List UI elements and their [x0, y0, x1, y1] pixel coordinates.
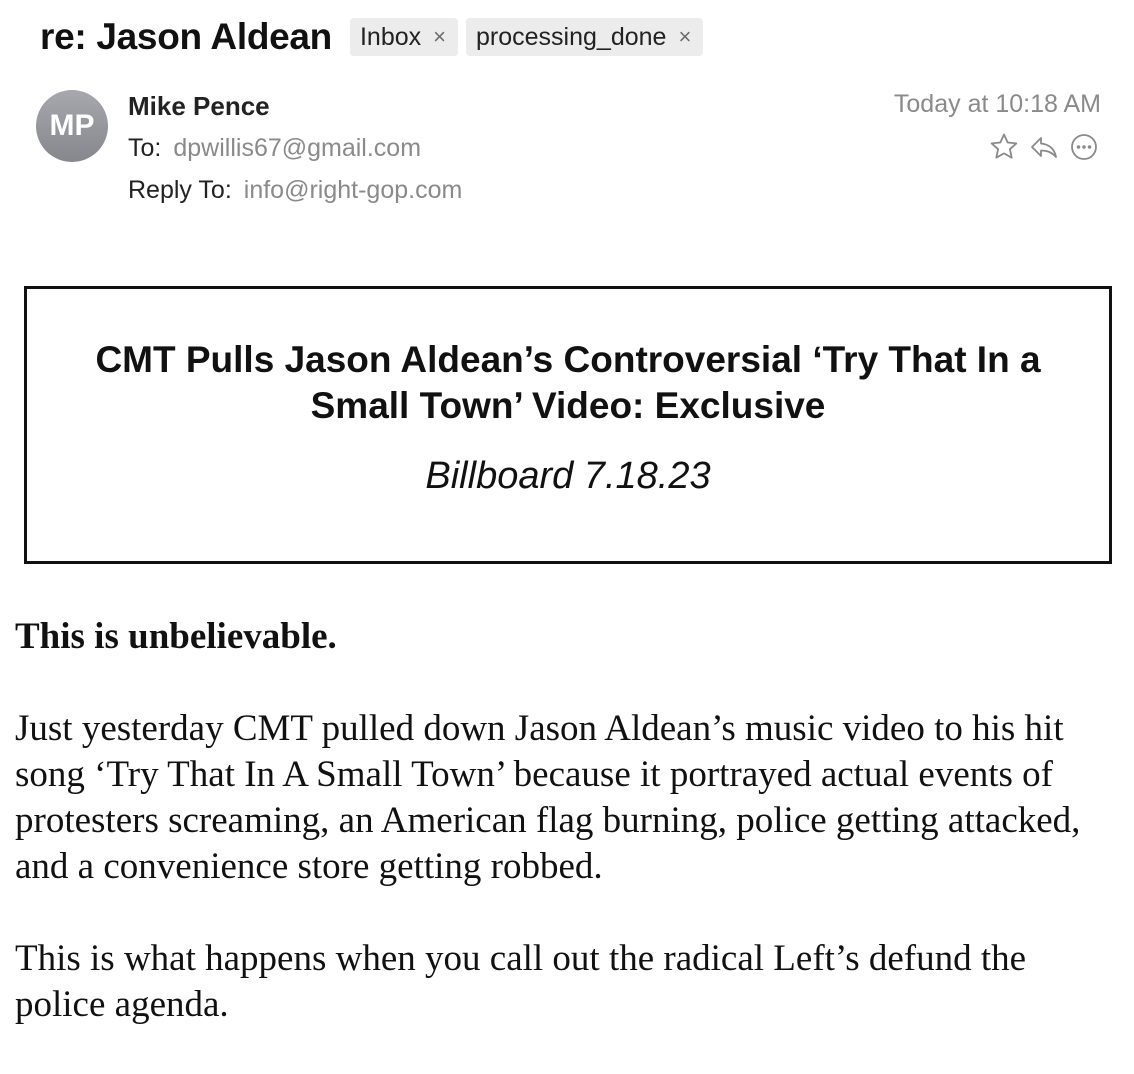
- body-paragraph: This is unbelievable.: [15, 616, 337, 657]
- reply-to-label: Reply To:: [128, 176, 232, 204]
- email-date: Today at 10:18 AM: [893, 90, 1101, 118]
- reply-icon[interactable]: [1027, 130, 1061, 164]
- body-paragraph: This is what happens when you call out t…: [15, 938, 1027, 1025]
- reply-to-line: Reply To: info@right-gop.com: [128, 176, 462, 205]
- article-source: Billboard 7.18.23: [425, 455, 711, 497]
- remove-tag-icon[interactable]: ×: [678, 24, 691, 50]
- email-subject: re: Jason Aldean: [40, 16, 332, 57]
- tag-label: Inbox: [359, 22, 422, 51]
- to-line: To: dpwillis67@gmail.com: [128, 134, 421, 163]
- body-paragraph: Just yesterday CMT pulled down Jason Ald…: [15, 708, 1081, 887]
- to-label: To:: [128, 134, 162, 162]
- more-icon[interactable]: [1067, 130, 1101, 164]
- article-headline: CMT Pulls Jason Aldean’s Controversial ‘…: [95, 339, 1041, 426]
- tag-processing-done[interactable]: processing_done ×: [466, 18, 704, 56]
- sender-avatar: MP: [36, 90, 108, 162]
- star-icon[interactable]: [987, 130, 1021, 164]
- tag-inbox[interactable]: Inbox ×: [349, 18, 459, 56]
- tag-label: processing_done: [476, 22, 667, 51]
- remove-tag-icon[interactable]: ×: [433, 24, 446, 50]
- headline-box: CMT Pulls Jason Aldean’s Controversial ‘…: [24, 286, 1112, 564]
- avatar-initials: MP: [49, 109, 95, 142]
- subject-row: re: Jason Aldean Inbox × processing_done…: [40, 16, 704, 58]
- reply-to-address[interactable]: info@right-gop.com: [244, 176, 463, 204]
- email-body: This is unbelievable. Just yesterday CMT…: [15, 614, 1120, 1074]
- message-actions: [987, 130, 1101, 164]
- sender-name[interactable]: Mike Pence: [128, 91, 270, 122]
- to-address[interactable]: dpwillis67@gmail.com: [173, 134, 421, 162]
